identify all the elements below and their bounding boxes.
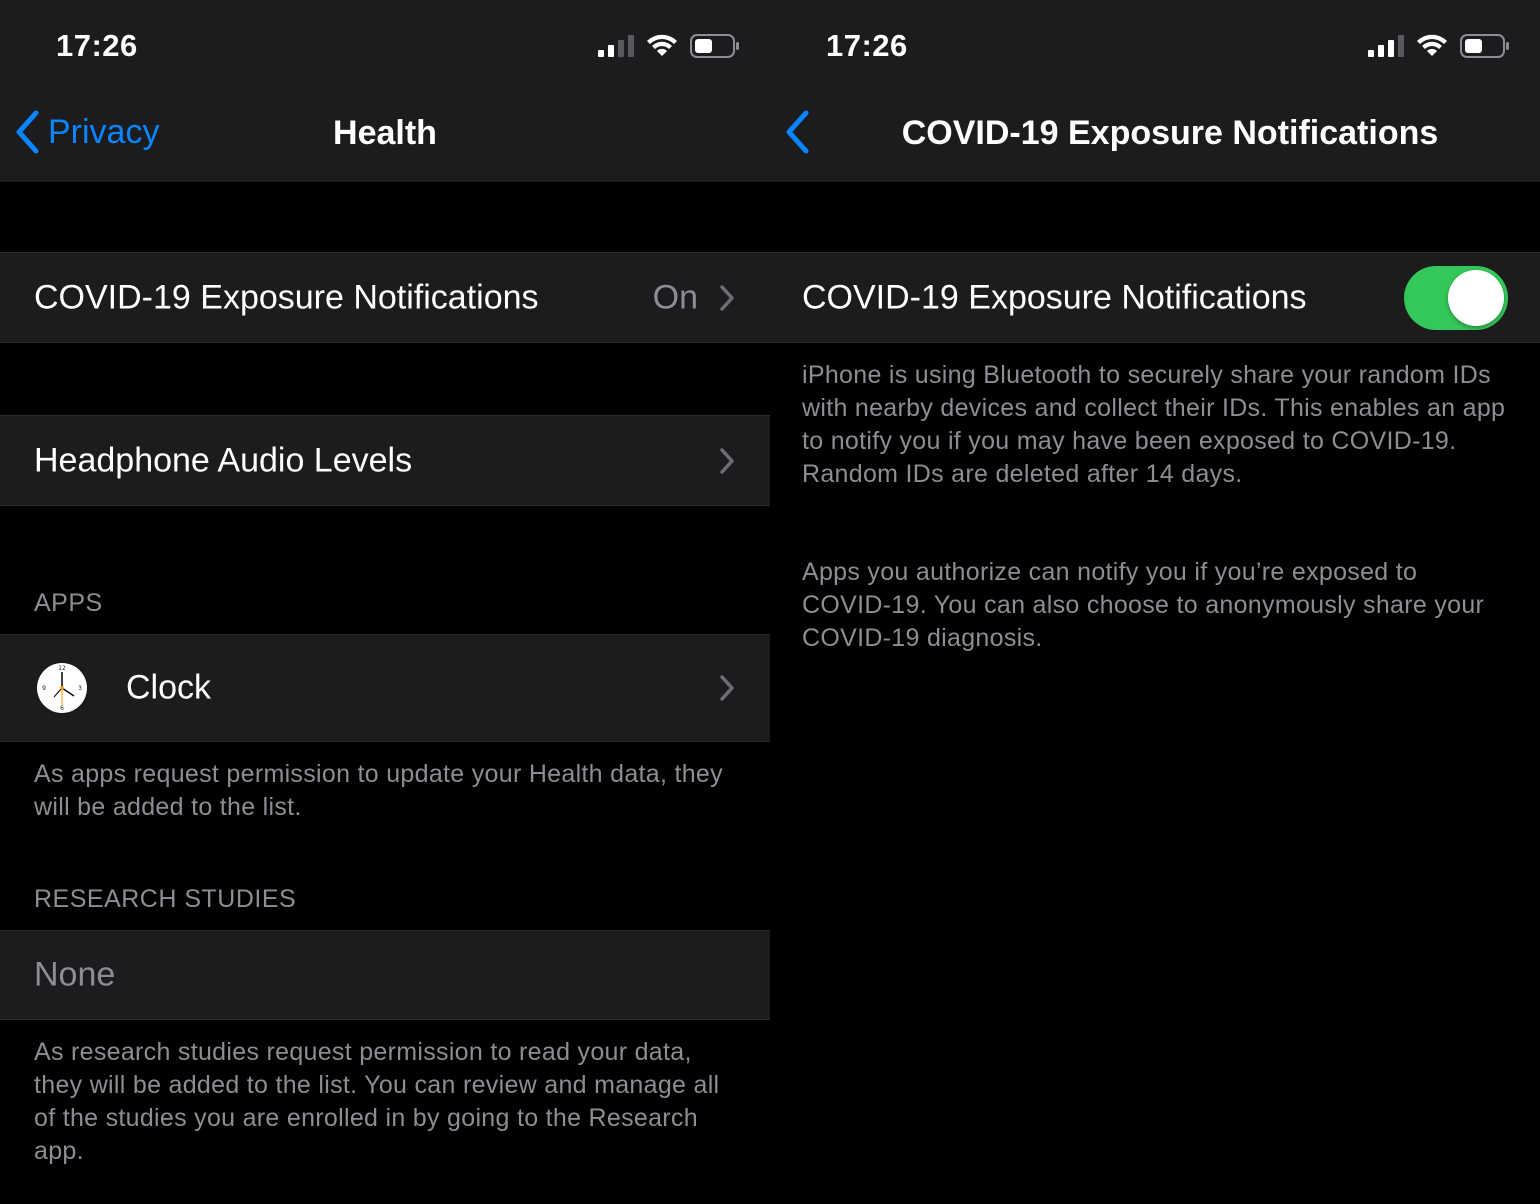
research-none-row: None xyxy=(0,930,770,1020)
clock-app-row[interactable]: 12 3 6 9 Clock xyxy=(0,634,770,742)
research-none-label: None xyxy=(34,955,116,994)
research-footer: As research studies request permission t… xyxy=(34,1038,720,1165)
research-section-header: RESEARCH STUDIES xyxy=(34,885,297,913)
headphone-audio-row[interactable]: Headphone Audio Levels xyxy=(0,415,770,506)
covid-exposure-row[interactable]: COVID-19 Exposure Notifications On xyxy=(0,252,770,343)
covid-exposure-value: On xyxy=(652,278,698,316)
clock-app-label: Clock xyxy=(126,668,212,707)
covid-exposure-toggle[interactable] xyxy=(1404,265,1508,330)
apps-section-header: APPS xyxy=(34,589,103,617)
wifi-icon xyxy=(1417,34,1447,56)
svg-text:3: 3 xyxy=(78,685,82,692)
apps-footer: As apps request permission to update you… xyxy=(34,760,723,821)
exposure-description-2: Apps you authorize can notify you if you… xyxy=(802,558,1485,652)
wifi-icon xyxy=(647,34,677,56)
battery-icon xyxy=(690,34,739,58)
clock-app-icon: 12 3 6 9 xyxy=(35,661,89,715)
battery-icon xyxy=(1460,34,1509,58)
covid-exposure-toggle-label: COVID-19 Exposure Notifications xyxy=(802,278,1307,316)
signal-icon xyxy=(1368,35,1404,57)
status-time: 17:26 xyxy=(826,28,908,63)
covid-exposure-screen: 17:26 COVID-19 Exposure Notifications CO… xyxy=(770,0,1540,1204)
svg-text:6: 6 xyxy=(60,705,64,712)
disclosure-chevron-icon xyxy=(720,447,734,474)
page-title: COVID-19 Exposure Notifications xyxy=(901,114,1439,152)
top-bar: 17:26 xyxy=(0,0,770,182)
health-privacy-screen: 17:26 Privacy Health COVID-19 Exposure N… xyxy=(0,0,770,1204)
disclosure-chevron-icon xyxy=(720,675,734,701)
exposure-description: iPhone is using Bluetooth to securely sh… xyxy=(802,361,1506,488)
svg-text:9: 9 xyxy=(42,685,46,692)
headphone-audio-label: Headphone Audio Levels xyxy=(34,441,413,479)
status-icons xyxy=(598,34,740,58)
covid-exposure-toggle-row: COVID-19 Exposure Notifications xyxy=(770,252,1540,343)
signal-icon xyxy=(598,35,634,57)
toggle-knob xyxy=(1448,269,1504,326)
page-title: Health xyxy=(333,114,437,152)
top-bar: 17:26 xyxy=(770,0,1540,182)
covid-exposure-label: COVID-19 Exposure Notifications xyxy=(34,278,539,316)
svg-text:12: 12 xyxy=(58,665,66,672)
disclosure-chevron-icon xyxy=(720,284,734,311)
status-time: 17:26 xyxy=(56,28,138,63)
status-icons xyxy=(1368,34,1510,58)
